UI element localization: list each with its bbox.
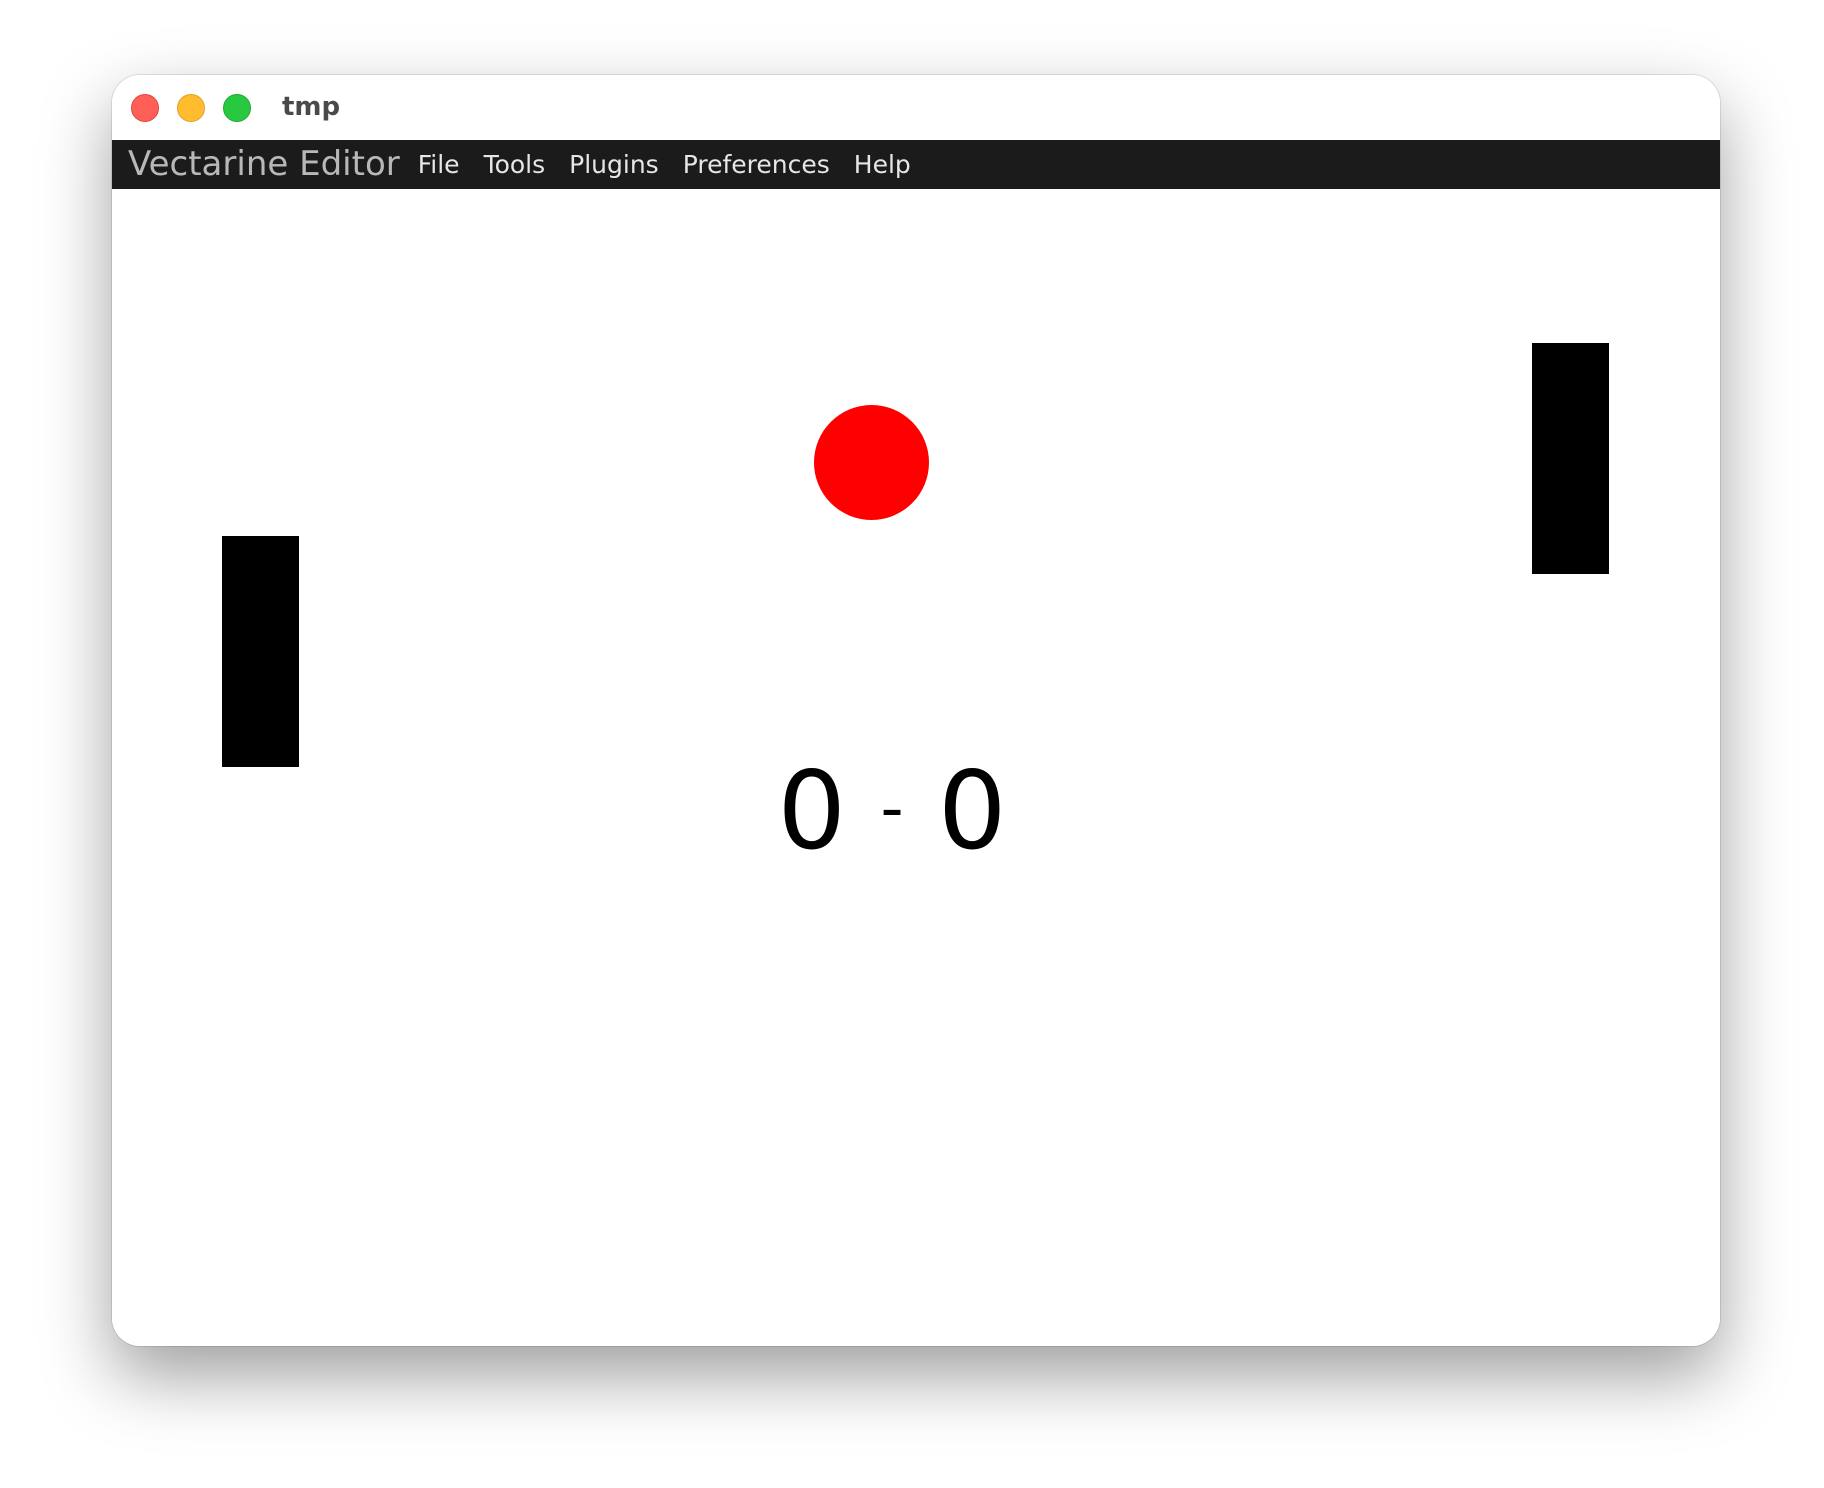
window-title: tmp xyxy=(282,92,341,122)
game-canvas[interactable]: 0 - 0 xyxy=(112,189,1720,1346)
score-right: 0 xyxy=(937,749,1007,874)
minimize-window-button[interactable] xyxy=(177,94,205,122)
ball xyxy=(814,405,929,520)
left-paddle xyxy=(222,536,299,767)
title-bar[interactable]: tmp xyxy=(112,75,1720,140)
right-paddle xyxy=(1532,343,1609,574)
maximize-window-button[interactable] xyxy=(223,94,251,122)
menu-bar: Vectarine Editor File Tools Plugins Pref… xyxy=(112,140,1720,189)
menu-tools[interactable]: Tools xyxy=(484,140,546,189)
score-separator: - xyxy=(880,772,904,846)
menu-plugins[interactable]: Plugins xyxy=(569,140,659,189)
close-window-button[interactable] xyxy=(131,94,159,122)
score-left: 0 xyxy=(777,749,847,874)
scoreboard: 0 - 0 xyxy=(692,744,1092,877)
app-window: tmp Vectarine Editor File Tools Plugins … xyxy=(112,75,1720,1346)
menu-help[interactable]: Help xyxy=(854,140,911,189)
app-name: Vectarine Editor xyxy=(128,144,400,184)
menu-file[interactable]: File xyxy=(418,140,460,189)
menu-preferences[interactable]: Preferences xyxy=(683,140,830,189)
